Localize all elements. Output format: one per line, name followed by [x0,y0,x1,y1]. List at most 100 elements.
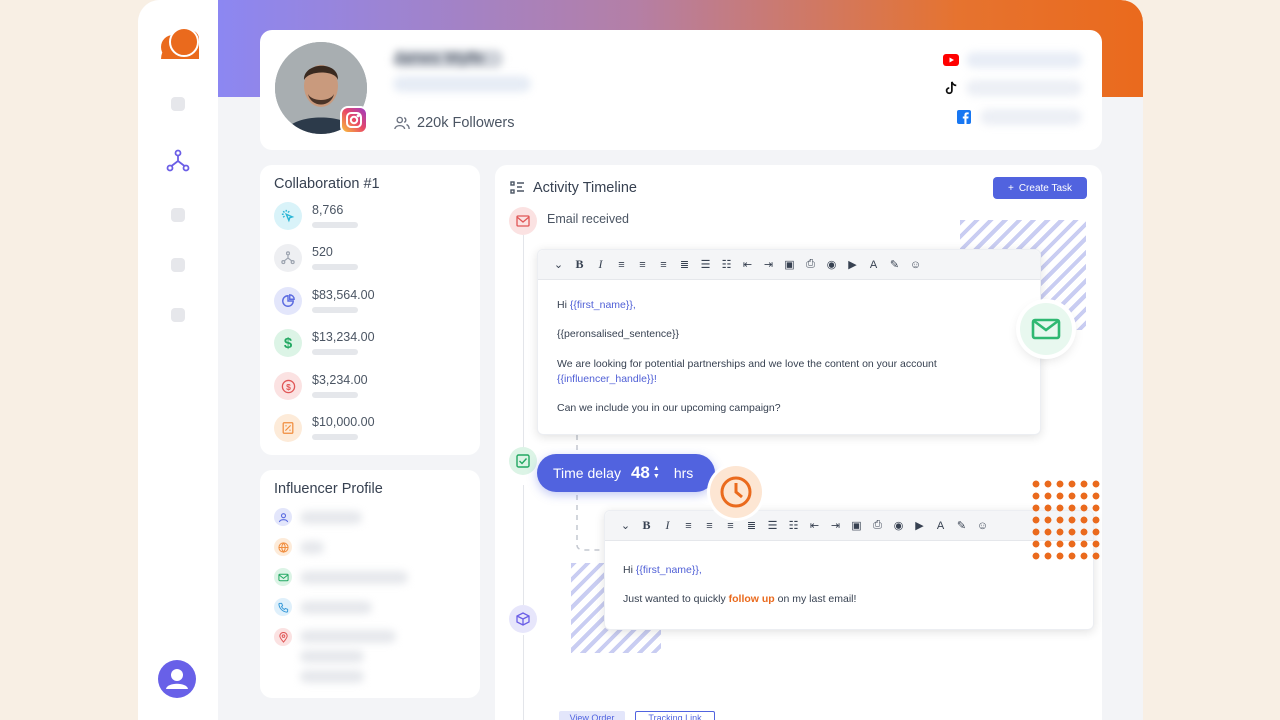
profile-row-phone [274,598,464,618]
preview-icon[interactable]: ◉ [890,517,907,534]
numbered-list-icon[interactable]: ☷ [718,256,735,273]
emoji-icon[interactable]: ☺ [907,256,924,273]
stat-value: 8,766 [312,203,344,217]
network-icon[interactable] [166,149,190,173]
view-order-button[interactable]: View Order [559,711,625,720]
profile-row-website [274,538,464,558]
stat-bar [312,222,358,228]
user-icon [166,669,188,689]
timeline-list-icon [510,181,524,194]
youtube-icon[interactable] [943,53,959,67]
timeline-line [523,635,524,720]
package-icon [516,612,530,626]
highlight-icon[interactable]: ✎ [953,517,970,534]
stat-value: $10,000.00 [312,415,375,429]
profile-website-value [300,541,324,554]
nav-item-5[interactable] [171,308,185,322]
align-center-icon[interactable]: ≡ [634,256,651,273]
clock-icon [720,476,752,508]
tiktok-icon[interactable] [943,81,959,95]
print-icon[interactable]: ⎙ [869,517,886,534]
create-task-label: Create Task [1018,182,1073,194]
media-icon[interactable]: ▶ [844,256,861,273]
indent-icon[interactable]: ⇥ [760,256,777,273]
pie-chart-icon [274,287,302,315]
numbered-list-icon[interactable]: ☷ [785,517,802,534]
emoji-icon[interactable]: ☺ [974,517,991,534]
profile-row-email [274,568,464,588]
email-editor-1[interactable]: ⌄ B I ≡ ≡ ≡ ≣ ☰ ☷ ⇤ ⇥ ▣ ⎙ ◉ ▶ A ✎ ☺ Hi {… [537,249,1041,435]
print-icon[interactable]: ⎙ [802,256,819,273]
align-justify-icon[interactable]: ≣ [676,256,693,273]
profile-address-line1 [300,630,396,643]
profile-name-value [300,511,362,524]
svg-text:$: $ [286,381,291,391]
youtube-handle [966,52,1082,68]
stat-bar [312,264,358,270]
create-task-button[interactable]: + Create Task [993,177,1087,199]
italic-button[interactable]: I [592,256,609,273]
app-logo [161,27,199,59]
email1-closing: Can we include you in our upcoming campa… [557,402,781,414]
stat-bar [312,307,358,313]
sidebar [138,0,218,720]
influencer-name: James Wylfe [393,50,503,68]
stat-connections: 520 [274,244,464,274]
profile-email-value [300,571,408,584]
facebook-icon[interactable] [956,110,972,124]
profile-phone-value [300,601,372,614]
stepper-down-icon: ▼ [652,473,660,480]
outdent-icon[interactable]: ⇤ [739,256,756,273]
bullet-list-icon[interactable]: ☰ [697,256,714,273]
mail-icon [516,215,530,227]
email-editor-2[interactable]: ⌄ B I ≡ ≡ ≡ ≣ ☰ ☷ ⇤ ⇥ ▣ ⎙ ◉ ▶ A ✎ ☺ Hi {… [604,510,1094,630]
bold-button[interactable]: B [571,256,588,273]
align-left-icon[interactable]: ≡ [613,256,630,273]
dollar-icon: $ [274,329,302,357]
user-avatar-button[interactable] [158,660,196,698]
profile-row-name [274,508,464,528]
followers-label: 220k Followers [417,115,515,131]
preview-icon[interactable]: ◉ [823,256,840,273]
stat-budget: $10,000.00 [274,414,464,444]
align-right-icon[interactable]: ≡ [655,256,672,273]
bullet-list-icon[interactable]: ☰ [764,517,781,534]
followers-count: 220k Followers [393,114,515,132]
stat-value: 520 [312,245,333,259]
nav-item-4[interactable] [171,258,185,272]
align-center-icon[interactable]: ≡ [701,517,718,534]
text-color-icon[interactable]: A [932,517,949,534]
image-icon[interactable]: ▣ [848,517,865,534]
image-icon[interactable]: ▣ [781,256,798,273]
tracking-link-button[interactable]: Tracking Link [635,711,715,720]
italic-button[interactable]: I [659,517,676,534]
globe-icon [274,538,292,556]
event-email-received: Email received [547,212,629,226]
align-left-icon[interactable]: ≡ [680,517,697,534]
mail-icon [1031,318,1061,340]
align-right-icon[interactable]: ≡ [722,517,739,534]
indent-icon[interactable]: ⇥ [827,517,844,534]
time-delay-value[interactable]: 48 [631,463,650,483]
nav-item-3[interactable] [171,208,185,222]
email-event-node [509,207,537,235]
mail-icon [274,568,292,586]
media-icon[interactable]: ▶ [911,517,928,534]
align-justify-icon[interactable]: ≣ [743,517,760,534]
text-color-icon[interactable]: A [865,256,882,273]
connector-dashed [576,435,603,551]
time-delay-unit: hrs [673,465,694,481]
stat-clicks: 8,766 [274,202,464,232]
decorative-dots [1030,478,1102,562]
chevron-down-icon[interactable]: ⌄ [550,256,567,273]
bold-button[interactable]: B [638,517,655,534]
time-delay-control[interactable]: Time delay 48 ▲ ▼ hrs [537,454,715,492]
stepper-arrows[interactable]: ▲ ▼ [653,465,660,481]
profile-address-line3 [300,670,364,683]
chevron-down-icon[interactable]: ⌄ [617,517,634,534]
facebook-handle [980,109,1082,125]
instagram-icon [340,106,368,134]
outdent-icon[interactable]: ⇤ [806,517,823,534]
nav-item-1[interactable] [171,97,185,111]
highlight-icon[interactable]: ✎ [886,256,903,273]
